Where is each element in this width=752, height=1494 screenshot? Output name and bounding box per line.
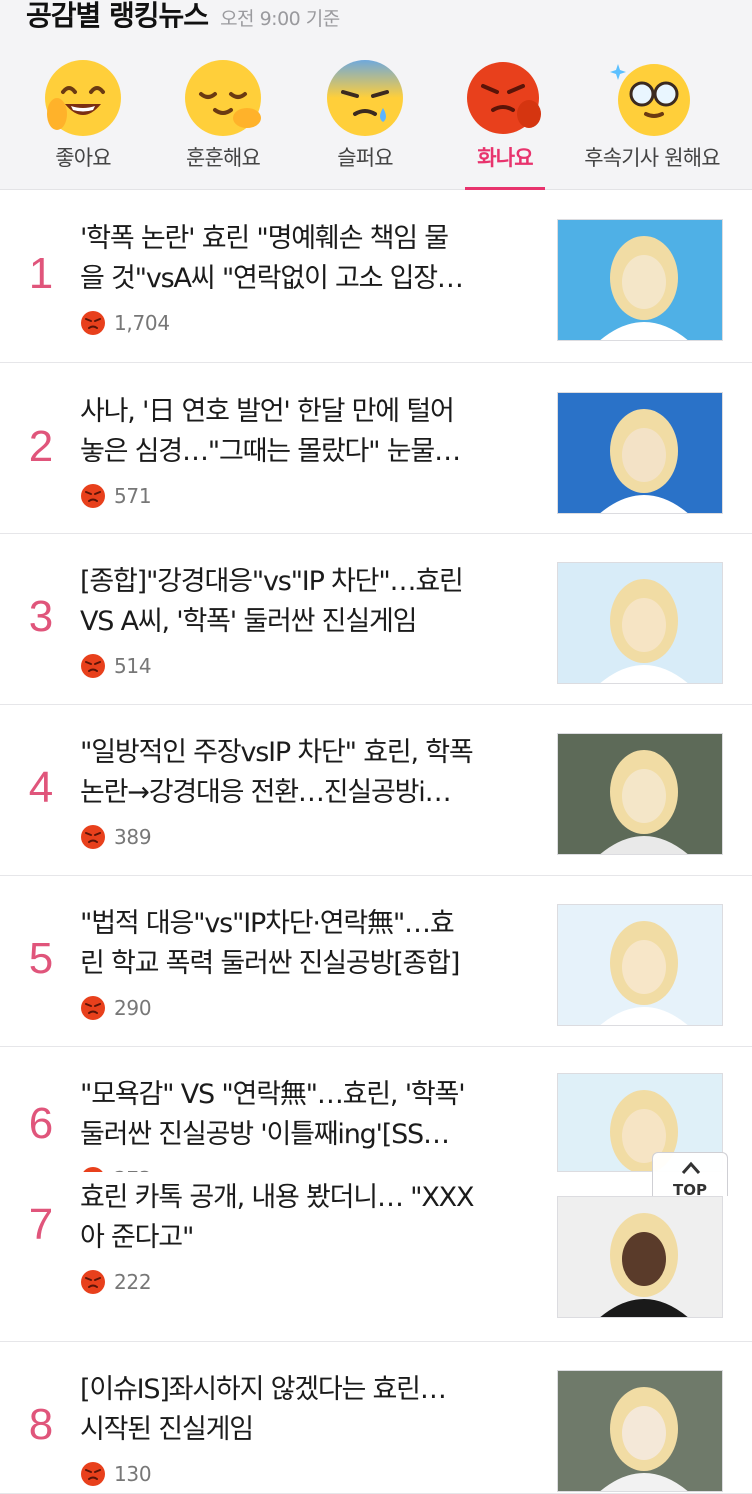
rank-number: 1 (28, 249, 54, 298)
reaction-count: 290 (114, 996, 152, 1020)
news-thumbnail[interactable] (557, 1370, 723, 1492)
news-headline[interactable]: "법적 대응"vs"IP차단·연락無"…효린 학교 폭력 둘러싼 진실공방[종합… (80, 904, 530, 984)
page-title: 공감별 랭킹뉴스 (26, 0, 209, 32)
reaction-count: 1,704 (114, 311, 170, 335)
news-thumbnail[interactable] (557, 904, 723, 1026)
reaction-count: 130 (114, 1462, 152, 1486)
photo-image (558, 563, 722, 683)
angry-reaction-count: 514 (80, 652, 152, 680)
headline-line: VS A씨, '학폭' 둘러싼 진실게임 (80, 606, 417, 637)
tab-like-label: 좋아요 (55, 146, 111, 170)
angry-reaction-count: 290 (80, 994, 152, 1022)
angry-reaction-count: 130 (80, 1460, 152, 1488)
tab-angry-label: 화나요 (477, 146, 533, 170)
scroll-top-label: TOP (673, 1181, 707, 1199)
rank-number: 6 (28, 1099, 54, 1148)
headline-line: "일방적인 주장vsIP 차단" 효린, 학폭 (80, 737, 474, 768)
rank-number: 5 (28, 934, 54, 983)
headline-line: [종합]"강경대응"vs"IP 차단"…효린 (80, 566, 464, 597)
rank-number: 4 (28, 763, 54, 812)
news-headline[interactable]: "일방적인 주장vsIP 차단" 효린, 학폭논란→강경대응 전환…진실공방i… (80, 733, 530, 813)
news-item[interactable]: 5 "법적 대응"vs"IP차단·연락無"…효린 학교 폭력 둘러싼 진실공방[종… (0, 876, 752, 1047)
angry-face-icon (467, 62, 541, 134)
news-item[interactable]: 7 효린 카톡 공개, 내용 봤더니… "XXX 아 준다고" 222 (0, 1172, 752, 1342)
photo-image (558, 220, 722, 340)
rank-number: 7 (28, 1200, 54, 1249)
tab-angry[interactable]: 화나요 (430, 52, 580, 190)
headline-line: 을 것"vsA씨 "연락없이 고소 입장… (80, 263, 464, 294)
news-headline[interactable]: 효린 카톡 공개, 내용 봤더니… "XXX 아 준다고" (80, 1178, 530, 1258)
headline-line: "법적 대응"vs"IP차단·연락無"…효 (80, 908, 455, 939)
angry-reaction-count: 222 (80, 1268, 152, 1296)
photo-image (558, 1197, 722, 1317)
tab-follow-up[interactable]: 후속기사 원해요 (572, 52, 732, 190)
angry-face-icon (81, 825, 105, 849)
news-thumbnail[interactable] (557, 1196, 723, 1318)
rank-number: 3 (28, 592, 54, 641)
reaction-count: 571 (114, 484, 152, 508)
headline-line: 효린 카톡 공개, 내용 봤더니… "XXX (80, 1182, 474, 1213)
scroll-top-button[interactable]: TOP (652, 1152, 728, 1199)
title-row: 공감별 랭킹뉴스 오전 9:00 기준 (26, 0, 340, 34)
headline-line: 린 학교 폭력 둘러싼 진실공방[종합] (80, 948, 460, 979)
rank-number: 2 (28, 422, 54, 471)
news-thumbnail[interactable] (557, 392, 723, 514)
tab-follow-up-label: 후속기사 원해요 (584, 146, 720, 170)
news-thumbnail[interactable] (557, 562, 723, 684)
warm-face-icon (185, 60, 261, 136)
reaction-count: 222 (114, 1270, 152, 1294)
photo-image (558, 1371, 722, 1491)
headline-line: 시작된 진실게임 (80, 1414, 254, 1445)
news-item[interactable]: 6 "모욕감" VS "연락無"…효린, '학폭' 둘러싼 진실공방 '이틀째ing… (0, 1047, 752, 1191)
sad-face-icon (327, 60, 403, 136)
tab-warm-label: 훈훈해요 (185, 146, 261, 170)
news-headline[interactable]: '학폭 논란' 효린 "명예훼손 책임 물을 것"vsA씨 "연락없이 고소 입… (80, 219, 530, 299)
headline-line: '학폭 논란' 효린 "명예훼손 책임 물 (80, 223, 449, 254)
tab-warm[interactable]: 훈훈해요 (148, 52, 298, 190)
reaction-count: 389 (114, 825, 152, 849)
headline-line: 놓은 심경…"그때는 몰랐다" 눈물… (80, 436, 461, 467)
angry-face-icon (81, 1270, 105, 1294)
tab-like[interactable]: 좋아요 (8, 52, 158, 190)
news-item[interactable]: 8 [이슈IS]좌시하지 않겠다는 효린… 시작된 진실게임 130 (0, 1342, 752, 1494)
news-item[interactable]: 1 '학폭 논란' 효린 "명예훼손 책임 물을 것"vsA씨 "연락없이 고소 … (0, 191, 752, 363)
news-headline[interactable]: 사나, '日 연호 발언' 한달 만에 털어놓은 심경…"그때는 몰랐다" 눈물… (80, 392, 530, 472)
angry-face-icon (81, 1462, 105, 1486)
news-thumbnail[interactable] (557, 219, 723, 341)
ranking-header: 공감별 랭킹뉴스 오전 9:00 기준 좋아요 훈훈해요 슬퍼요 화나요 후속기… (0, 0, 752, 190)
rank-number: 8 (28, 1400, 54, 1449)
headline-line: "모욕감" VS "연락無"…효린, '학폭' (80, 1079, 466, 1110)
curious-face-icon (610, 64, 690, 136)
angry-reaction-count: 1,704 (80, 309, 170, 337)
news-item[interactable]: 4 "일방적인 주장vsIP 차단" 효린, 학폭논란→강경대응 전환…진실공방i… (0, 705, 752, 876)
angry-face-icon (81, 996, 105, 1020)
headline-line: 사나, '日 연호 발언' 한달 만에 털어 (80, 396, 455, 427)
photo-image (558, 734, 722, 854)
angry-reaction-count: 389 (80, 823, 152, 851)
tab-sad[interactable]: 슬퍼요 (290, 52, 440, 190)
active-tab-indicator (465, 187, 545, 190)
chevron-up-icon (681, 1161, 701, 1174)
angry-reaction-count: 571 (80, 482, 152, 510)
tab-sad-label: 슬퍼요 (337, 146, 393, 170)
news-headline[interactable]: [이슈IS]좌시하지 않겠다는 효린… 시작된 진실게임 (80, 1370, 530, 1450)
reaction-count: 514 (114, 654, 152, 678)
headline-line: [이슈IS]좌시하지 않겠다는 효린… (80, 1374, 447, 1405)
headline-line: 둘러싼 진실공방 '이틀째ing'[SS… (80, 1119, 450, 1150)
angry-face-icon (81, 484, 105, 508)
angry-face-icon (81, 654, 105, 678)
headline-line: 아 준다고" (80, 1222, 194, 1253)
news-item[interactable]: 3 [종합]"강경대응"vs"IP 차단"…효린 VS A씨, '학폭' 둘러싼 진… (0, 534, 752, 705)
news-headline[interactable]: [종합]"강경대응"vs"IP 차단"…효린 VS A씨, '학폭' 둘러싼 진실… (80, 562, 530, 642)
photo-image (558, 905, 722, 1025)
emotion-tabs: 좋아요 훈훈해요 슬퍼요 화나요 후속기사 원해요 (0, 52, 752, 190)
angry-face-icon (81, 311, 105, 335)
headline-line: 논란→강경대응 전환…진실공방i… (80, 777, 452, 808)
news-thumbnail[interactable] (557, 733, 723, 855)
news-headline[interactable]: "모욕감" VS "연락無"…효린, '학폭' 둘러싼 진실공방 '이틀째ing'… (80, 1075, 530, 1155)
timestamp: 오전 9:00 기준 (220, 8, 340, 30)
photo-image (558, 393, 722, 513)
news-item[interactable]: 2 사나, '日 연호 발언' 한달 만에 털어놓은 심경…"그때는 몰랐다" 눈… (0, 364, 752, 534)
happy-face-icon (45, 60, 121, 136)
